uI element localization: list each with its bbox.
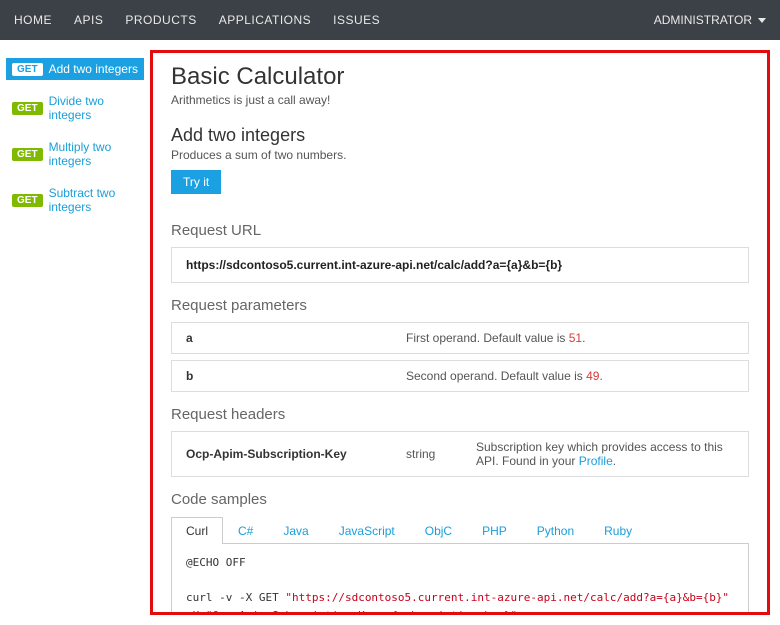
param-desc: Second operand. Default value is 49. bbox=[406, 369, 734, 383]
nav-products[interactable]: PRODUCTS bbox=[125, 13, 196, 27]
sidebar-item-label: Subtract two integers bbox=[49, 186, 138, 214]
method-badge: GET bbox=[12, 148, 43, 161]
param-desc: First operand. Default value is 51. bbox=[406, 331, 734, 345]
nav-issues[interactable]: ISSUES bbox=[333, 13, 380, 27]
top-nav-left: HOME APIS PRODUCTS APPLICATIONS ISSUES bbox=[14, 13, 380, 27]
param-default-value: 49 bbox=[586, 369, 599, 383]
tab-csharp[interactable]: C# bbox=[223, 517, 268, 544]
header-desc: Subscription key which provides access t… bbox=[476, 440, 734, 468]
profile-link[interactable]: Profile bbox=[579, 454, 613, 468]
content-pane: Basic Calculator Arithmetics is just a c… bbox=[150, 50, 770, 615]
nav-user-label: ADMINISTRATOR bbox=[654, 13, 752, 27]
param-name: b bbox=[186, 369, 406, 383]
top-nav: HOME APIS PRODUCTS APPLICATIONS ISSUES A… bbox=[0, 0, 780, 40]
nav-home[interactable]: HOME bbox=[14, 13, 52, 27]
sidebar-item-label: Divide two integers bbox=[49, 94, 138, 122]
request-url-value: https://sdcontoso5.current.int-azure-api… bbox=[171, 247, 749, 283]
section-request-params: Request parameters bbox=[171, 297, 749, 314]
method-badge: GET bbox=[12, 102, 43, 115]
nav-applications[interactable]: APPLICATIONS bbox=[219, 13, 311, 27]
operation-title: Add two integers bbox=[171, 125, 749, 146]
tab-php[interactable]: PHP bbox=[467, 517, 522, 544]
page-title: Basic Calculator bbox=[171, 63, 749, 91]
header-row: Ocp-Apim-Subscription-Key string Subscri… bbox=[171, 431, 749, 477]
nav-user-menu[interactable]: ADMINISTRATOR bbox=[654, 13, 766, 27]
param-default-value: 51 bbox=[569, 331, 582, 345]
section-code-samples: Code samples bbox=[171, 491, 749, 508]
sidebar-item-label: Multiply two integers bbox=[49, 140, 138, 168]
method-badge: GET bbox=[12, 194, 43, 207]
sidebar-item-add[interactable]: GET Add two integers bbox=[6, 58, 144, 80]
nav-apis[interactable]: APIS bbox=[74, 13, 103, 27]
code-tabs: Curl C# Java JavaScript ObjC PHP Python … bbox=[171, 516, 749, 544]
sidebar-item-multiply[interactable]: GET Multiply two integers bbox=[6, 136, 144, 172]
tab-python[interactable]: Python bbox=[522, 517, 589, 544]
tab-ruby[interactable]: Ruby bbox=[589, 517, 647, 544]
tab-objc[interactable]: ObjC bbox=[410, 517, 467, 544]
sidebar-item-divide[interactable]: GET Divide two integers bbox=[6, 90, 144, 126]
tab-curl[interactable]: Curl bbox=[171, 517, 223, 544]
sidebar-item-label: Add two integers bbox=[49, 62, 138, 76]
param-row-b: b Second operand. Default value is 49. bbox=[171, 360, 749, 392]
sidebar: GET Add two integers GET Divide two inte… bbox=[0, 40, 150, 625]
header-name: Ocp-Apim-Subscription-Key bbox=[186, 447, 406, 461]
operation-description: Produces a sum of two numbers. bbox=[171, 148, 749, 162]
tab-javascript[interactable]: JavaScript bbox=[324, 517, 410, 544]
section-request-url: Request URL bbox=[171, 222, 749, 239]
chevron-down-icon bbox=[758, 18, 766, 23]
param-name: a bbox=[186, 331, 406, 345]
header-type: string bbox=[406, 447, 476, 461]
method-badge: GET bbox=[12, 63, 43, 76]
try-it-button[interactable]: Try it bbox=[171, 170, 221, 194]
tab-java[interactable]: Java bbox=[268, 517, 323, 544]
param-row-a: a First operand. Default value is 51. bbox=[171, 322, 749, 354]
section-request-headers: Request headers bbox=[171, 406, 749, 423]
sidebar-item-subtract[interactable]: GET Subtract two integers bbox=[6, 182, 144, 218]
code-sample-body: @ECHO OFF curl -v -X GET "https://sdcont… bbox=[171, 544, 749, 615]
page-tagline: Arithmetics is just a call away! bbox=[171, 93, 749, 107]
